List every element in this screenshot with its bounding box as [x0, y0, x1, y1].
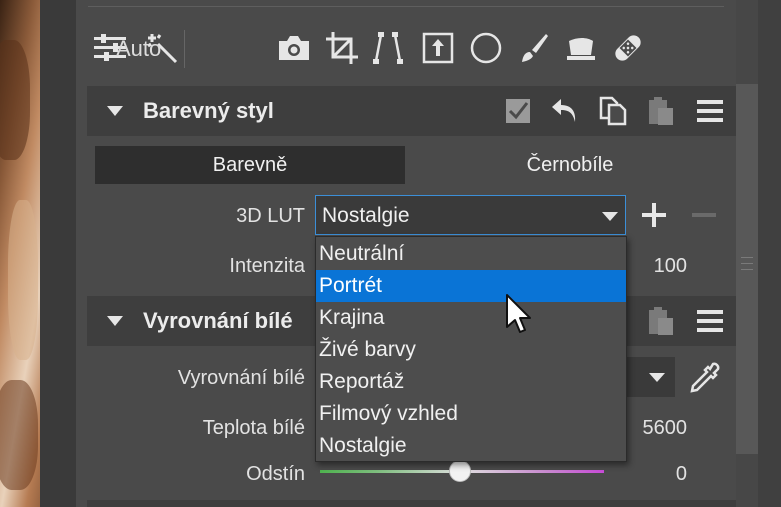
- lut-option[interactable]: Nostalgie: [316, 430, 626, 462]
- lut-option-highlighted[interactable]: Portrét: [316, 270, 626, 302]
- lut-select[interactable]: Nostalgie: [315, 195, 626, 235]
- circle-icon[interactable]: [468, 30, 504, 66]
- section-title: Barevný styl: [143, 98, 274, 123]
- menu-icon[interactable]: [694, 95, 726, 127]
- copy-icon[interactable]: [597, 95, 629, 127]
- collapse-triangle-icon[interactable]: [107, 106, 123, 116]
- lut-option[interactable]: Reportáž: [316, 366, 626, 398]
- upload-frame-icon[interactable]: [420, 30, 456, 66]
- undo-icon[interactable]: [549, 95, 581, 127]
- intensity-value[interactable]: 100: [620, 255, 687, 278]
- next-section-header: [87, 500, 736, 507]
- chevron-down-icon: [649, 373, 665, 382]
- eraser-icon[interactable]: [562, 30, 598, 66]
- tint-slider-knob[interactable]: [449, 460, 471, 482]
- intensity-label: Intenzita: [229, 255, 305, 277]
- lut-option[interactable]: Filmový vzhled: [316, 398, 626, 430]
- paste-icon[interactable]: [645, 95, 677, 127]
- lut-option[interactable]: Krajina: [316, 302, 626, 334]
- window-edge: [758, 0, 781, 507]
- temperature-label: Teplota bílé: [202, 417, 305, 439]
- wb-label: Vyrovnání bílé: [177, 367, 305, 389]
- lut-option[interactable]: Neutrální: [316, 238, 626, 270]
- lut-dropdown-list: Neutrální Portrét Krajina Živé barvy Rep…: [315, 236, 627, 462]
- auto-label[interactable]: Auto: [116, 36, 161, 62]
- tint-label: Odstín: [246, 463, 305, 485]
- remove-lut-button[interactable]: [692, 213, 716, 217]
- wb-preset-select[interactable]: [627, 357, 675, 397]
- collapse-triangle-icon[interactable]: [107, 316, 123, 326]
- eyedropper-icon[interactable]: [686, 360, 722, 396]
- paste-icon[interactable]: [645, 305, 677, 337]
- tint-value[interactable]: 0: [620, 463, 687, 486]
- temperature-value[interactable]: 5600: [620, 417, 688, 440]
- tab-color[interactable]: Barevně: [95, 146, 405, 184]
- chevron-down-icon: [602, 212, 618, 221]
- tab-black-white[interactable]: Černobíle: [415, 146, 725, 184]
- brush-icon[interactable]: [516, 30, 552, 66]
- toolbar-divider: [184, 30, 185, 68]
- section-header-color-style[interactable]: Barevný styl: [87, 86, 736, 136]
- photo-preview: [0, 0, 76, 507]
- camera-icon[interactable]: [276, 30, 312, 66]
- perspective-icon[interactable]: [370, 30, 406, 66]
- menu-icon[interactable]: [694, 305, 726, 337]
- crop-icon[interactable]: [324, 30, 360, 66]
- add-lut-button[interactable]: [642, 203, 666, 227]
- bandage-icon[interactable]: [610, 30, 646, 66]
- lut-selected-value: Nostalgie: [322, 204, 410, 227]
- checkbox-icon[interactable]: [502, 95, 534, 127]
- section-title: Vyrovnání bílé: [143, 308, 293, 333]
- lut-label: 3D LUT: [236, 205, 305, 227]
- lut-option[interactable]: Živé barvy: [316, 334, 626, 366]
